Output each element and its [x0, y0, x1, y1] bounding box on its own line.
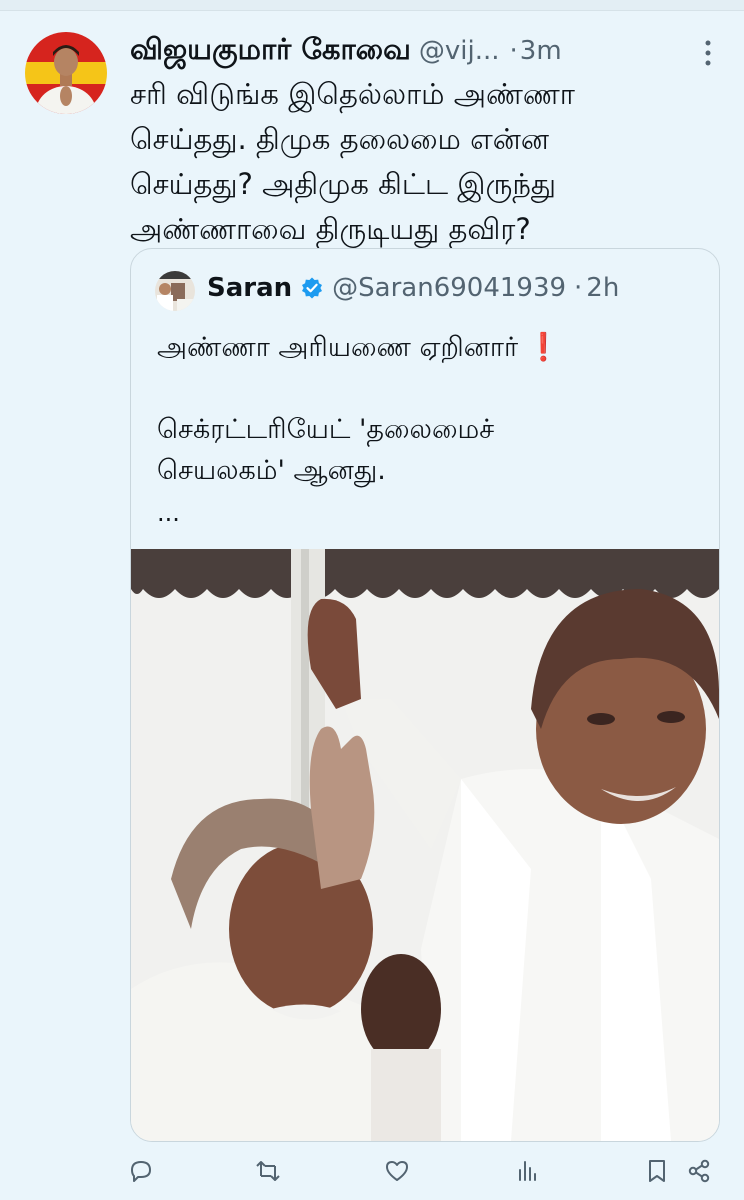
author-avatar[interactable] — [25, 32, 107, 114]
vertical-dots-icon[interactable] — [702, 38, 714, 68]
separator-dot: · — [509, 36, 518, 66]
quoted-time[interactable]: 2h — [586, 273, 619, 303]
retweet-icon[interactable] — [255, 1158, 281, 1184]
views-icon[interactable] — [515, 1158, 541, 1184]
person-avatar-icon — [155, 271, 195, 311]
quoted-author-avatar[interactable] — [155, 271, 195, 311]
photo-image — [131, 549, 719, 1141]
author-handle[interactable]: @vij... — [419, 36, 500, 66]
quoted-ellipsis: ... — [157, 499, 180, 527]
quoted-media-photo[interactable] — [131, 549, 719, 1141]
heart-icon[interactable] — [384, 1158, 410, 1184]
separator-dot: · — [574, 273, 583, 303]
quoted-tweet-text: அண்ணா அரியணை ஏறினார் ❗ செக்ரட்டரியேட் 'த… — [157, 332, 561, 486]
tweet-action-bar — [0, 1150, 744, 1194]
top-divider — [0, 0, 744, 11]
quoted-display-name[interactable]: Saran — [207, 273, 292, 303]
reply-icon[interactable] — [128, 1158, 154, 1184]
verified-badge-icon — [300, 276, 324, 304]
share-icon[interactable] — [686, 1158, 712, 1184]
author-display-name[interactable]: விஜயகுமார் கோவை — [130, 32, 411, 66]
quoted-handle[interactable]: @Saran69041939 — [332, 273, 566, 303]
bookmark-icon[interactable] — [644, 1158, 670, 1184]
quoted-tweet-header: Saran @Saran69041939 · 2h — [207, 273, 619, 304]
tweet-text: சரி விடுங்க இதெல்லாம் அண்ணா செய்தது. திம… — [130, 77, 575, 246]
person-avatar-icon — [25, 32, 107, 114]
tweet-header: விஜயகுமார் கோவை @vij... ·3m — [130, 32, 704, 68]
tweet-time[interactable]: 3m — [520, 36, 562, 66]
quoted-tweet-card[interactable]: Saran @Saran69041939 · 2h அண்ணா அரியணை ஏறின… — [130, 248, 720, 1142]
